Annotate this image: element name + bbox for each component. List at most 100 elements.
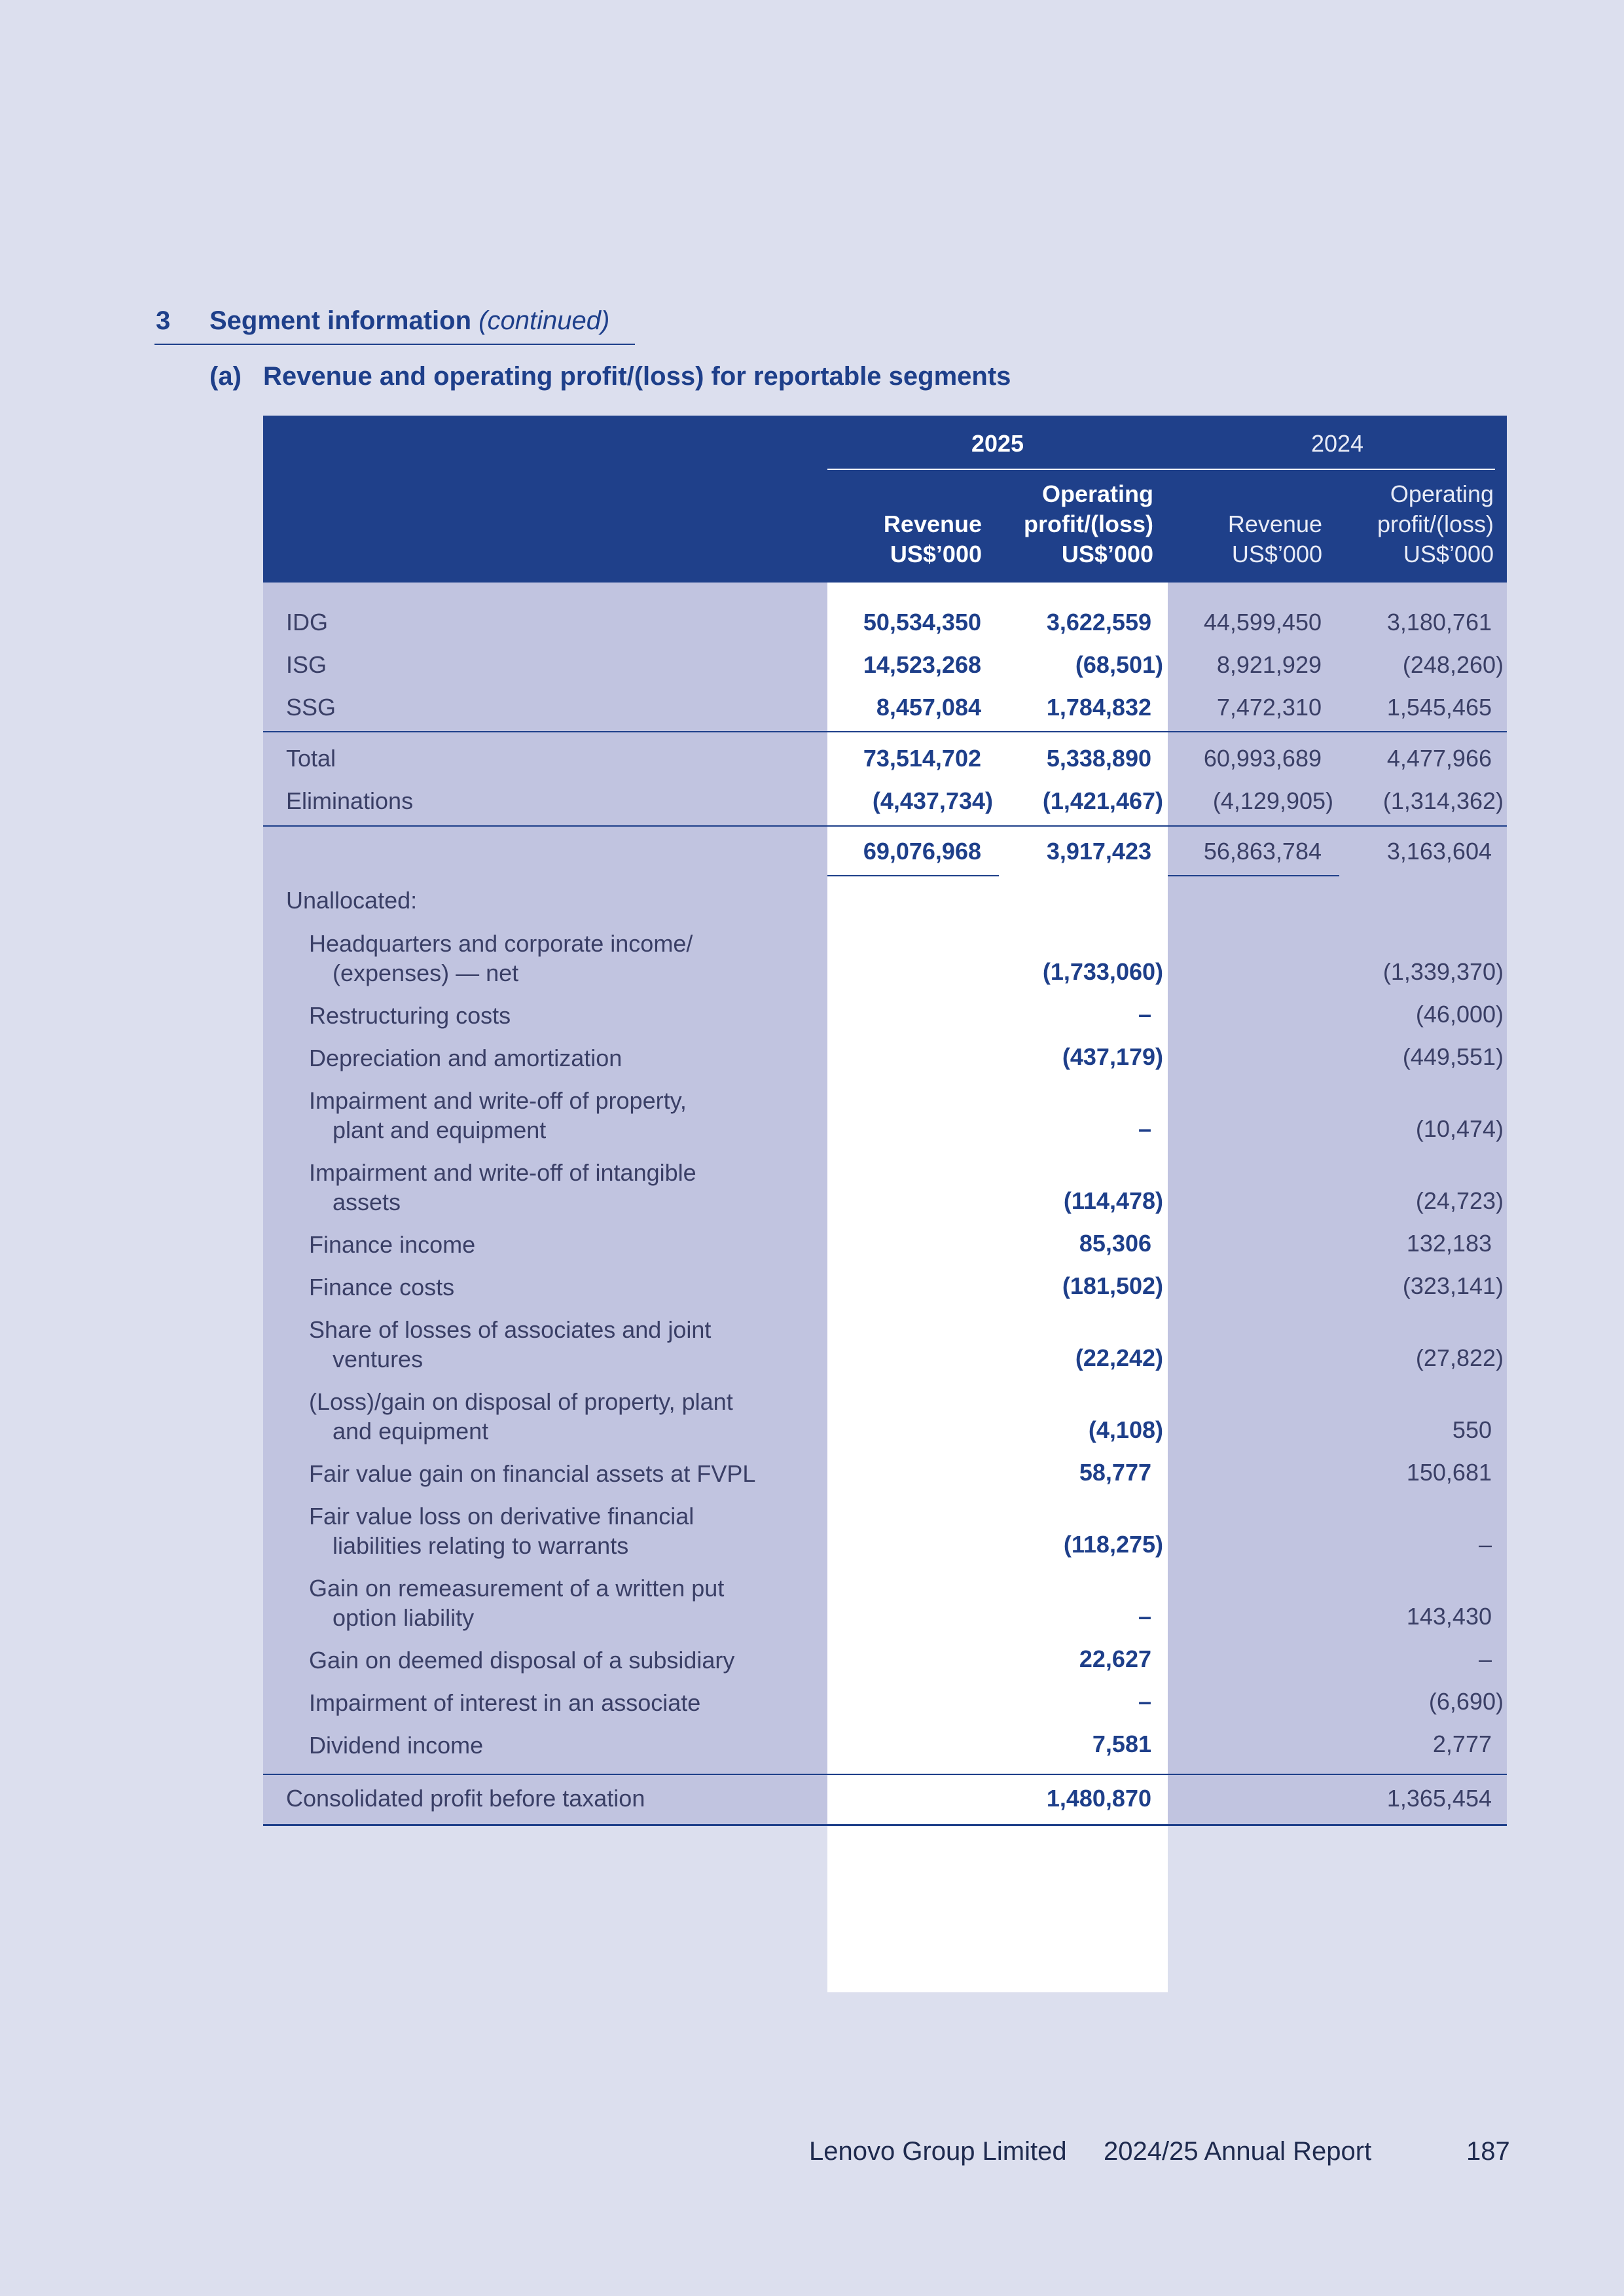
unallocated-op24: (1,339,370) <box>1382 958 1504 985</box>
eliminations-rule <box>263 825 1507 827</box>
segment-op25: 1,784,832 <box>1046 694 1151 721</box>
subsection-title: Revenue and operating profit/(loss) for … <box>263 362 1011 391</box>
unallocated-op24: (27,822) <box>1415 1344 1504 1371</box>
footer-page: 187 <box>1466 2137 1510 2166</box>
header-op-2025-line1: Operating <box>1041 480 1153 507</box>
unallocated-item: (Loss)/gain on disposal of property, pla… <box>309 1387 733 1446</box>
unallocated-op25: (437,179) <box>1062 1043 1163 1070</box>
eliminations-op25: (1,421,467) <box>1042 787 1163 814</box>
unallocated-item-line1: Impairment of interest in an associate <box>309 1689 701 1716</box>
segments-rule <box>263 731 1507 732</box>
header-op-2025-line2: profit/(loss) <box>1024 511 1153 537</box>
header-revenue-2025-line1: Revenue <box>883 511 982 537</box>
unallocated-op24: (449,551) <box>1402 1043 1504 1070</box>
unallocated-item: Fair value gain on financial assets at F… <box>309 1459 755 1488</box>
unallocated-item-line2: ventures <box>333 1346 424 1372</box>
subtotal-rule-rev25 <box>827 875 999 876</box>
unallocated-op25: (1,733,060) <box>1042 958 1163 985</box>
unallocated-op25: 85,306 <box>1079 1230 1151 1257</box>
subtotal-rule-rev24 <box>1168 875 1339 876</box>
consolidated-op24: 1,365,454 <box>1386 1785 1492 1812</box>
subtotal-rev25: 69,076,968 <box>863 838 981 865</box>
header-op-2024: Operating profit/(loss) US$’000 <box>1330 479 1494 569</box>
unallocated-op25: (181,502) <box>1062 1272 1163 1299</box>
section-number: 3 <box>156 306 171 335</box>
unallocated-item-line1: Finance costs <box>309 1274 455 1300</box>
segment-label: IDG <box>286 609 329 636</box>
unallocated-op25: – <box>1138 1115 1151 1142</box>
total-rev25: 73,514,702 <box>863 745 981 772</box>
unallocated-item: Impairment and write-off of intangible as… <box>309 1158 696 1217</box>
consolidated-bottom-rule <box>263 1824 1507 1826</box>
table-header: 2025 2024 Revenue US$’000 Operating prof… <box>263 416 1507 583</box>
header-op-2024-line2: profit/(loss) <box>1377 511 1494 537</box>
segment-op24: (248,260) <box>1402 651 1504 678</box>
unallocated-op25: (4,108) <box>1088 1416 1163 1443</box>
eliminations-label: Eliminations <box>286 787 414 814</box>
unallocated-item-line1: Gain on remeasurement of a written put <box>309 1575 725 1602</box>
unallocated-op24: (10,474) <box>1415 1115 1504 1142</box>
segment-rev25: 14,523,268 <box>863 651 981 678</box>
header-revenue-2025: Revenue US$’000 <box>839 509 982 569</box>
unallocated-op24: (323,141) <box>1402 1272 1504 1299</box>
eliminations-op24: (1,314,362) <box>1382 787 1504 814</box>
unallocated-item-line2: and equipment <box>333 1418 489 1444</box>
unallocated-op25: 7,581 <box>1092 1731 1151 1757</box>
unallocated-item-line2: liabilities relating to warrants <box>333 1532 629 1559</box>
unallocated-label: Unallocated: <box>286 887 418 914</box>
segment-op24: 1,545,465 <box>1386 694 1492 721</box>
unallocated-item-line1: Depreciation and amortization <box>309 1045 623 1071</box>
header-revenue-2025-line2: US$’000 <box>890 541 982 567</box>
unallocated-item-line1: Dividend income <box>309 1732 484 1759</box>
unallocated-item: Gain on remeasurement of a written put op… <box>309 1573 724 1632</box>
unallocated-item: Impairment and write-off of property, pla… <box>309 1086 687 1145</box>
section-underline <box>154 344 635 345</box>
footer-company: Lenovo Group Limited <box>809 2137 1067 2166</box>
total-op24: 4,477,966 <box>1386 745 1492 772</box>
header-revenue-2024-line1: Revenue <box>1227 511 1322 537</box>
header-rule-2025 <box>827 469 1168 470</box>
unallocated-item-line2: (expenses) — net <box>333 960 519 986</box>
section-title: Segment information (continued) <box>209 306 609 336</box>
unallocated-item: Share of losses of associates and joint v… <box>309 1315 711 1374</box>
unallocated-item: Impairment of interest in an associate <box>309 1688 700 1717</box>
unallocated-op24: 2,777 <box>1432 1731 1492 1757</box>
unallocated-item: Fair value loss on derivative financial l… <box>309 1501 694 1560</box>
header-revenue-2024-line2: US$’000 <box>1231 541 1322 567</box>
unallocated-item: Finance costs <box>309 1272 454 1302</box>
subtotal-rev24: 56,863,784 <box>1203 838 1322 865</box>
unallocated-item-line1: Impairment and write-off of intangible <box>309 1159 696 1186</box>
unallocated-op24: – <box>1478 1645 1492 1672</box>
subtotal-op24: 3,163,604 <box>1386 838 1492 865</box>
footer-report: 2024/25 Annual Report <box>1104 2137 1372 2166</box>
segment-rev24: 7,472,310 <box>1216 694 1322 721</box>
unallocated-item: Dividend income <box>309 1731 483 1760</box>
total-rev24: 60,993,689 <box>1203 745 1322 772</box>
unallocated-item: Restructuring costs <box>309 1001 511 1030</box>
eliminations-rev24: (4,129,905) <box>1212 787 1333 814</box>
unallocated-op25: 58,777 <box>1079 1459 1151 1486</box>
unallocated-item-line1: Fair value loss on derivative financial <box>309 1503 695 1530</box>
section-title-text: Segment information <box>209 306 472 335</box>
unallocated-op24: 150,681 <box>1406 1459 1492 1486</box>
unallocated-item-line1: (Loss)/gain on disposal of property, pla… <box>309 1388 733 1415</box>
unallocated-op24: 143,430 <box>1406 1603 1492 1630</box>
unallocated-item-line2: plant and equipment <box>333 1117 547 1143</box>
unallocated-op25: – <box>1138 1688 1151 1715</box>
header-rule-2024 <box>1168 469 1495 470</box>
segment-op24: 3,180,761 <box>1386 609 1492 636</box>
unallocated-item-line1: Finance income <box>309 1231 476 1258</box>
unallocated-item-line1: Fair value gain on financial assets at F… <box>309 1460 756 1487</box>
unallocated-op24: (24,723) <box>1415 1187 1504 1214</box>
segment-op25: 3,622,559 <box>1046 609 1151 636</box>
header-op-2025: Operating profit/(loss) US$’000 <box>990 479 1153 569</box>
segment-rev25: 8,457,084 <box>876 694 981 721</box>
unallocated-op24: 132,183 <box>1406 1230 1492 1257</box>
header-year-2024: 2024 <box>1310 430 1364 457</box>
unallocated-op25: (118,275) <box>1063 1531 1163 1558</box>
segment-rev24: 44,599,450 <box>1203 609 1322 636</box>
segment-rev25: 50,534,350 <box>863 609 981 636</box>
unallocated-item-line2: option liability <box>333 1604 475 1631</box>
unallocated-item: Gain on deemed disposal of a subsidiary <box>309 1645 734 1675</box>
unallocated-op24: – <box>1478 1531 1492 1558</box>
